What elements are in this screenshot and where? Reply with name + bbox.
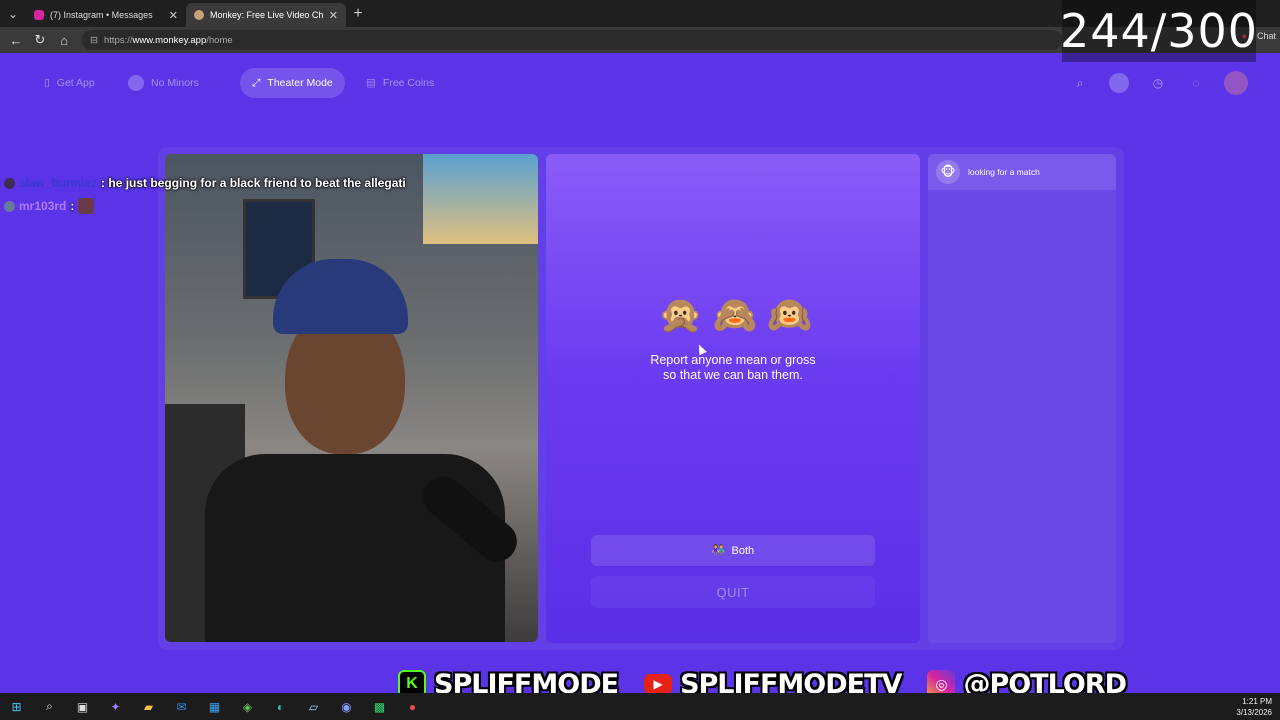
profile-icon[interactable] (1109, 73, 1129, 93)
task-view-icon[interactable]: ▣ (66, 693, 99, 720)
chat-text: : he just begging for a black friend to … (101, 176, 406, 190)
chat-username: slaw_bunniez (19, 176, 98, 190)
report-line: so that we can ban them. (663, 368, 803, 382)
history-icon[interactable]: ◷ (1148, 73, 1168, 93)
close-tab-icon[interactable]: ✕ (169, 9, 178, 22)
windows-start-icon[interactable]: ⊞ (0, 693, 33, 720)
coins-icon: ▤ (366, 77, 376, 89)
store-icon[interactable]: ▦ (198, 693, 231, 720)
theater-mode-button[interactable]: ⤢ Theater Mode (240, 68, 345, 98)
chat-message: mr103rd : (4, 198, 95, 214)
avatar[interactable] (1224, 71, 1248, 95)
phone-icon: ▯ (44, 77, 50, 89)
expand-icon: ⤢ (252, 76, 261, 89)
search-icon[interactable]: ⌕ (33, 693, 66, 720)
chat-badge-icon (4, 200, 15, 212)
chat-text: : (70, 199, 75, 213)
chat-emote-icon (78, 198, 95, 214)
home-icon[interactable]: ⌂ (52, 28, 76, 52)
system-clock[interactable]: 1:21 PM 3/13/2026 (1236, 696, 1272, 718)
url-input[interactable]: ⊟ https://www.monkey.app/home (82, 30, 1062, 50)
no-minors-icon (128, 75, 144, 91)
youtube-icon: ▶ (644, 674, 673, 694)
instagram-favicon-icon (34, 10, 44, 20)
site-info-icon[interactable]: ⊟ (90, 35, 98, 46)
tab-title: Monkey: Free Live Video Chat (210, 10, 323, 20)
file-explorer-icon[interactable]: ▰ (132, 693, 165, 720)
tab-list-icon[interactable]: ⌄ (0, 0, 26, 27)
match-status-row: 🐵 looking for a match (928, 154, 1116, 190)
messages-icon[interactable]: ◌ (1186, 73, 1206, 93)
local-video (165, 154, 538, 642)
video-person-body (205, 454, 505, 642)
chat-message: slaw_bunniez : he just begging for a bla… (4, 176, 406, 190)
taskbar: ⊞ ⌕ ▣ ✦ ▰ ✉ ▦ ◈ ◐ ▱ ◉ ▩ ● 1:21 PM 3/13/2… (0, 693, 1280, 720)
back-icon[interactable]: ← (4, 28, 28, 52)
chat-badge-icon (4, 177, 15, 189)
tab-monkey[interactable]: Monkey: Free Live Video Chat ✕ (186, 3, 346, 27)
couple-icon: 👫 (711, 545, 726, 557)
report-line: Report anyone mean or gross (650, 353, 816, 367)
edge-icon[interactable]: ◐ (264, 693, 297, 720)
match-sidebar (928, 154, 1116, 643)
site-header: ▯ Get App No Minors ⤢ Theater Mode ▤ Fre… (0, 53, 1280, 113)
no-minors-button[interactable]: No Minors (116, 68, 211, 98)
close-tab-icon[interactable]: ✕ (329, 9, 338, 22)
video-background-poster (423, 154, 538, 244)
monkey-favicon-icon (194, 10, 204, 20)
quit-button[interactable]: QUIT (591, 576, 875, 608)
free-coins-label: Free Coins (382, 77, 435, 89)
discord-icon[interactable]: ◉ (330, 693, 363, 720)
report-message: Report anyone mean or gross so that we c… (600, 353, 866, 383)
free-coins-button[interactable]: ▤ Free Coins (354, 68, 446, 98)
clock-time: 1:21 PM (1242, 697, 1272, 706)
outlook-icon[interactable]: ✉ (165, 693, 198, 720)
copilot-icon[interactable]: ✦ (99, 693, 132, 720)
gender-filter-label: Both (731, 544, 755, 557)
see-no-evil-icon: 🙈 (712, 294, 758, 335)
new-tab-icon[interactable]: + (346, 2, 370, 26)
monkey-emojis: 🙊 🙈 🙉 (658, 294, 812, 336)
refresh-icon[interactable]: ↻ (28, 28, 52, 52)
gender-filter-button[interactable]: 👫 Both (591, 535, 875, 566)
notepad-icon[interactable]: ▱ (297, 693, 330, 720)
url-text: https://www.monkey.app/home (103, 34, 233, 46)
tab-instagram[interactable]: (7) Instagram • Messages ✕ (26, 3, 186, 27)
theater-mode-label: Theater Mode (267, 77, 333, 89)
app-icon[interactable]: ▩ (363, 693, 396, 720)
get-app-button[interactable]: ▯ Get App (32, 68, 107, 98)
xbox-icon[interactable]: ◈ (231, 693, 264, 720)
obs-icon[interactable]: ● (396, 693, 429, 720)
hear-no-evil-icon: 🙉 (767, 294, 812, 335)
get-app-label: Get App (56, 77, 95, 89)
monkey-avatar-icon: 🐵 (936, 160, 960, 184)
chat-username: mr103rd (19, 199, 67, 213)
match-status-text: looking for a match (968, 167, 1040, 177)
tab-title: (7) Instagram • Messages (50, 10, 153, 20)
speak-no-evil-icon: 🙊 (658, 294, 703, 335)
clock-date: 3/13/2026 (1236, 708, 1272, 717)
chat-label[interactable]: Chat (1257, 31, 1276, 41)
no-minors-label: No Minors (151, 77, 199, 89)
search-icon[interactable]: ⌕ (1070, 73, 1090, 93)
waiting-panel (546, 154, 920, 643)
